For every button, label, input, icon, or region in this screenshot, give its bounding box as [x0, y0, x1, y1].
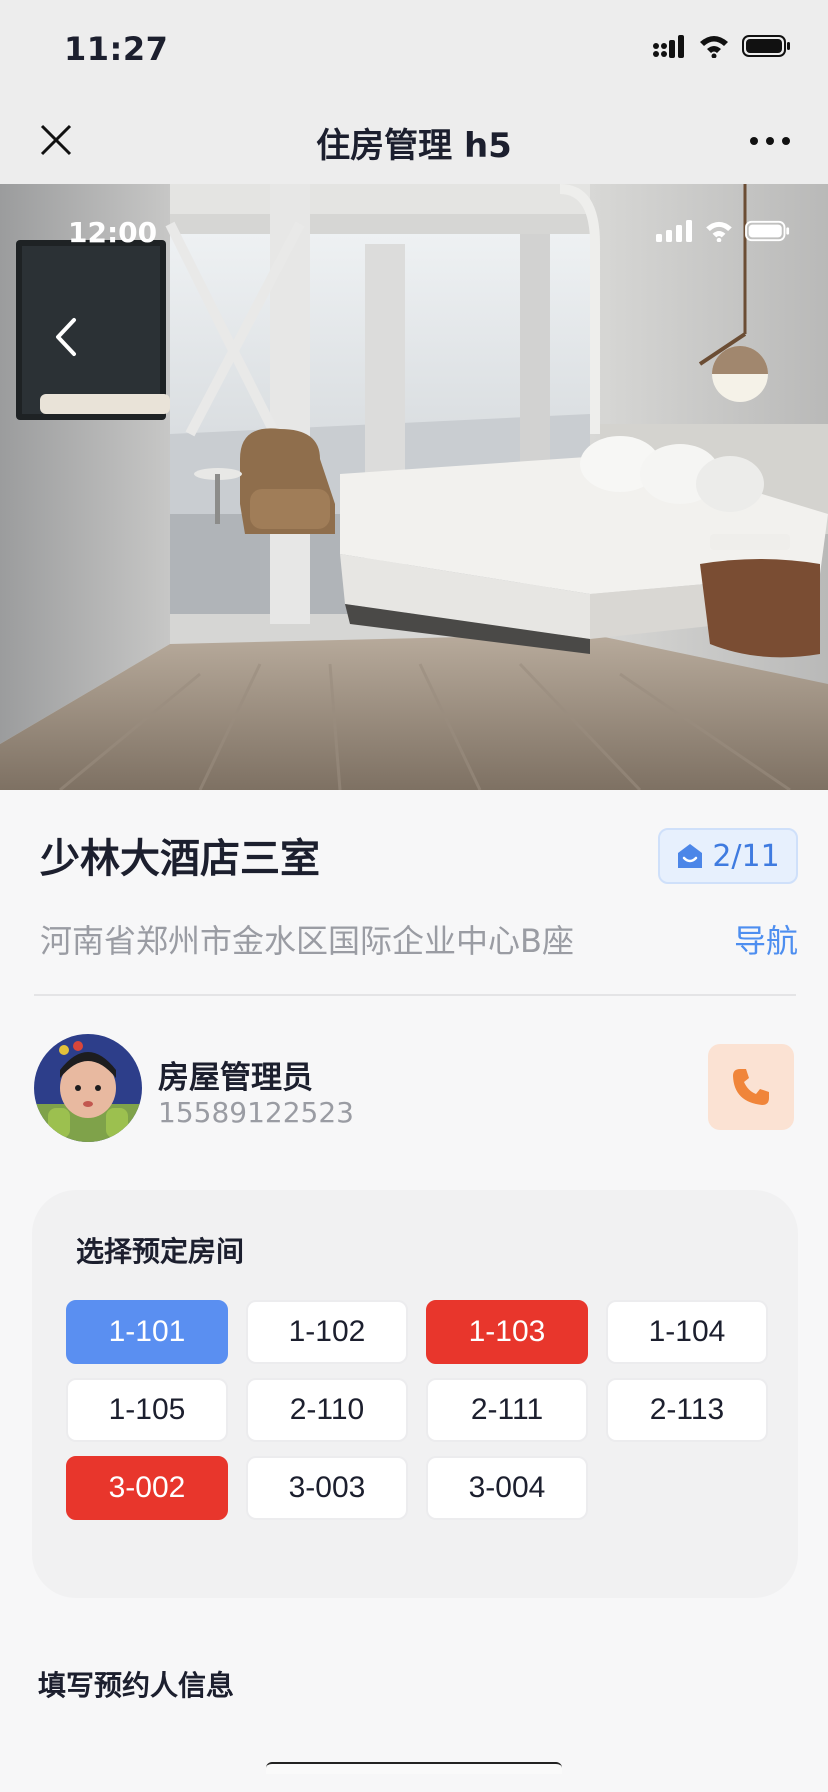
signal-icon: [656, 220, 692, 242]
room-option[interactable]: 1-104: [606, 1300, 768, 1364]
room-count: 2/11: [712, 838, 780, 874]
back-arrow-icon[interactable]: [48, 312, 82, 362]
navigate-link[interactable]: 导航: [734, 916, 798, 962]
room-photo: 12:00: [0, 184, 828, 790]
wifi-icon: [706, 221, 732, 242]
room-option[interactable]: 1-101: [66, 1300, 228, 1364]
phone-icon: [733, 1069, 769, 1105]
hero-status-icons: [656, 220, 792, 242]
room-option[interactable]: 3-003: [246, 1456, 408, 1520]
room-option[interactable]: 2-110: [246, 1378, 408, 1442]
room-option[interactable]: 2-111: [426, 1378, 588, 1442]
room-option[interactable]: 3-004: [426, 1456, 588, 1520]
call-button[interactable]: [708, 1044, 794, 1130]
room-selection-title: 选择预定房间: [76, 1235, 245, 1268]
booking-section-title: 填写预约人信息: [38, 1669, 235, 1702]
status-time: 11:27: [64, 30, 169, 68]
home-indicator: [266, 1762, 562, 1774]
room-grid: 1-101 1-102 1-103 1-104 1-105 2-110 2-11…: [66, 1300, 768, 1520]
room-option[interactable]: 1-105: [66, 1378, 228, 1442]
hotel-name: 少林大酒店三室: [40, 836, 320, 882]
room-selection-card: 选择预定房间 1-101 1-102 1-103 1-104 1-105 2-1…: [32, 1190, 798, 1598]
house-icon: [678, 844, 703, 868]
hotel-address: 河南省郑州市金水区国际企业中心B座: [40, 922, 574, 960]
manager-title: 房屋管理员: [158, 1060, 313, 1096]
nav-bar: 住房管理 h5: [0, 100, 828, 184]
battery-icon: [742, 35, 790, 57]
room-option[interactable]: 1-102: [246, 1300, 408, 1364]
manager-phone: 15589122523: [158, 1096, 354, 1129]
avatar: [34, 1034, 142, 1142]
room-option[interactable]: 1-103: [426, 1300, 588, 1364]
signal-icon: [653, 35, 684, 58]
battery-icon: [745, 220, 790, 242]
status-bar: 11:27: [0, 0, 828, 100]
room-option[interactable]: 2-113: [606, 1378, 768, 1442]
more-icon[interactable]: [748, 126, 792, 156]
avatar-image: [34, 1034, 142, 1142]
page-title: 住房管理 h5: [316, 126, 512, 166]
hero-status-time: 12:00: [68, 216, 158, 249]
divider: [34, 994, 796, 996]
room-count-badge: 2/11: [658, 828, 798, 884]
wifi-icon: [700, 36, 728, 58]
status-icons: [652, 34, 792, 58]
room-option[interactable]: 3-002: [66, 1456, 228, 1520]
room-photo-scene: [0, 184, 828, 790]
